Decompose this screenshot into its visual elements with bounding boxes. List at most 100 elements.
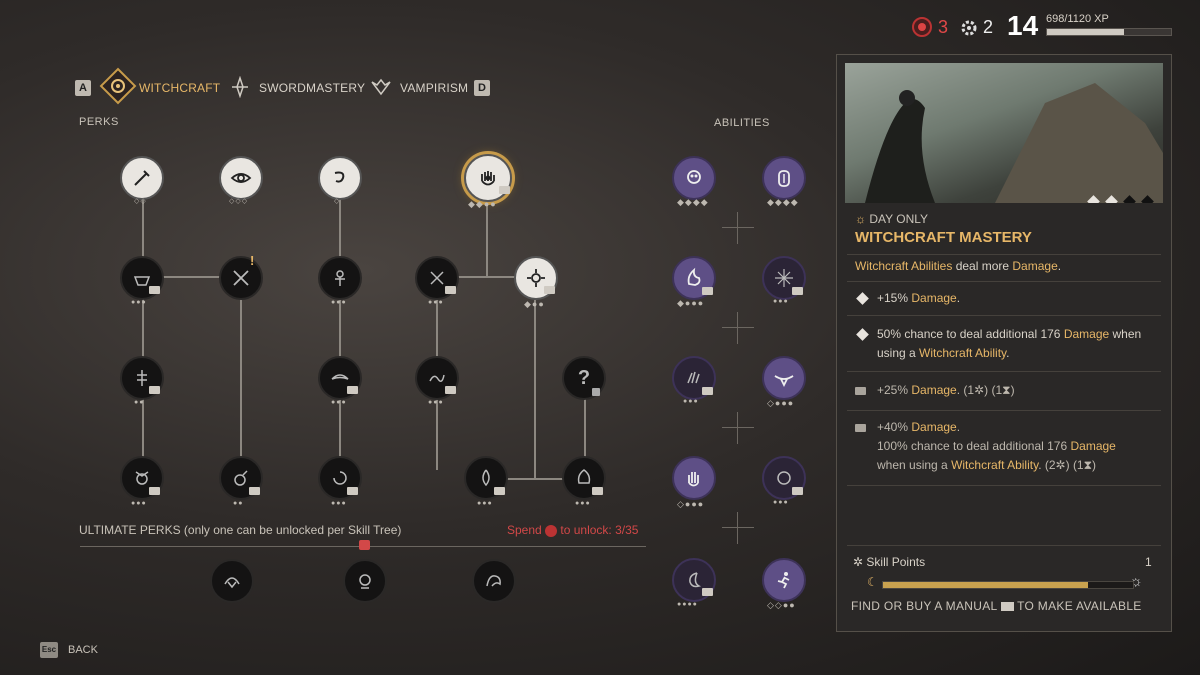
r1-highlight: Damage — [911, 291, 957, 305]
dragon-icon — [486, 575, 501, 587]
r1-text: +15% — [877, 291, 912, 305]
manual-icon — [249, 487, 260, 495]
ability-pips: ◆●●● — [677, 298, 705, 308]
next-tab-key[interactable]: D — [474, 80, 490, 96]
ultimate-perk-3[interactable] — [472, 559, 516, 603]
desc-text: deal more — [952, 259, 1013, 273]
r4-text: . (2 — [1038, 458, 1056, 472]
ability-pips: ◇◇●● — [767, 600, 796, 610]
perk-pips: ●●● — [131, 500, 147, 507]
manual-icon — [702, 287, 713, 295]
gear-icon — [961, 20, 977, 36]
tag-text: DAY ONLY — [869, 212, 929, 226]
rank-2-text-line2: using a Witchcraft Ability. — [877, 344, 1010, 363]
r4-highlight: Witchcraft Ability — [951, 458, 1039, 472]
perk-witchcraft-mastery[interactable] — [464, 154, 512, 202]
manual-icon — [445, 386, 456, 394]
ultimate-perk-2[interactable] — [343, 559, 387, 603]
perk-pips: ●●● — [331, 500, 347, 507]
witchcraft-tab-icon[interactable] — [98, 66, 138, 106]
swordmastery-tab-icon[interactable] — [229, 75, 251, 99]
skill-preview-image — [845, 63, 1163, 203]
manual-icon — [792, 487, 803, 495]
r2-text: when — [1109, 327, 1142, 341]
tools-icon — [233, 270, 249, 286]
hand-eye-icon — [481, 171, 495, 186]
r4-highlight: Damage — [911, 420, 957, 434]
perk-pips: ◆◆●● — [468, 199, 497, 209]
tree-line — [534, 300, 536, 480]
rank-4-text-line3: when using a Witchcraft Ability. (2✲) (1… — [877, 456, 1096, 475]
r2-text: . — [1006, 346, 1010, 360]
blood-icon — [545, 524, 558, 537]
hourglass-icon: ⧗ — [1083, 458, 1093, 472]
r3-text: ) — [1010, 383, 1015, 397]
ability-rune-stone[interactable] — [762, 156, 806, 200]
perk-tools[interactable] — [219, 256, 263, 300]
perks-heading: PERKS — [79, 116, 119, 128]
r4-text: . — [956, 420, 961, 434]
r4-text: when using a — [877, 458, 952, 472]
r2-highlight: Damage — [1063, 327, 1110, 341]
ability-sigil-hand[interactable] — [672, 456, 716, 500]
ultimate-perk-1[interactable] — [210, 559, 254, 603]
ability-skull-cloud[interactable] — [672, 156, 716, 200]
vortex-icon — [333, 471, 347, 485]
rune-stone-icon — [778, 170, 790, 187]
sun-icon: ☼ — [855, 212, 866, 226]
flame-skull-icon — [577, 469, 591, 484]
divider — [847, 281, 1161, 282]
manual-icon — [499, 186, 510, 194]
ability-runner[interactable] — [762, 558, 806, 602]
xp-bar — [1046, 28, 1172, 36]
runner-icon — [777, 572, 790, 589]
blood-icon — [912, 17, 932, 37]
ability-raven[interactable] — [762, 356, 806, 400]
jester-icon — [135, 471, 149, 485]
perk-swirl[interactable] — [318, 156, 362, 200]
skill-description: Witchcraft Abilities deal more Damage. — [855, 257, 1061, 276]
perk-pips: ●●● — [131, 299, 147, 306]
rank-4-text-line2: 100% chance to deal additional 176 Damag… — [877, 437, 1116, 456]
moon-icon: ☾ — [867, 575, 878, 589]
day-night-bar-fill — [883, 582, 1088, 588]
desc-text: . — [1057, 259, 1062, 273]
vampirism-tab-icon[interactable] — [370, 76, 392, 98]
back-button[interactable]: BACK — [68, 644, 98, 656]
tab-vampirism[interactable]: VAMPIRISM — [400, 81, 468, 95]
esc-key[interactable]: Esc — [40, 642, 58, 658]
xp-text: 698/1120 XP — [1046, 13, 1109, 25]
gear-count: 2 — [983, 17, 994, 37]
ability-connector — [722, 212, 754, 244]
divider — [847, 485, 1161, 486]
desc-highlight: Witchcraft Abilities — [855, 259, 953, 273]
perk-pips: ◆●● — [524, 299, 545, 309]
perk-pips: ●● — [134, 399, 145, 406]
tab-swordmastery[interactable]: SWORDMASTERY — [259, 81, 365, 95]
ankh-icon — [335, 270, 345, 286]
new-alert-icon: ! — [250, 253, 255, 268]
tab-witchcraft[interactable]: WITCHCRAFT — [139, 81, 220, 95]
prev-tab-key[interactable]: A — [75, 80, 91, 96]
perk-dagger[interactable] — [120, 156, 164, 200]
perk-pips: ●●● — [428, 299, 444, 306]
sigil-hand-icon — [688, 472, 699, 487]
hint-text: TO MAKE AVAILABLE — [1017, 599, 1142, 613]
skull-hand-icon — [359, 574, 371, 589]
ability-pips: ◆◆◆◆ — [677, 197, 709, 207]
tree-line — [142, 200, 144, 470]
ability-connector — [722, 312, 754, 344]
perk-ankh[interactable] — [318, 256, 362, 300]
gear-icon: ✲ — [974, 383, 985, 397]
perk-eye[interactable] — [219, 156, 263, 200]
hint-text: FIND OR BUY A MANUAL — [851, 599, 998, 613]
manual-icon — [702, 387, 713, 395]
divider — [847, 315, 1161, 316]
r3-text: . (1 — [956, 383, 975, 397]
rank-2-text-line1: 50% chance to deal additional 176 Damage… — [877, 325, 1141, 344]
ability-pips: ◆◆◆◆ — [767, 197, 799, 207]
ability-pips: ●●● — [773, 298, 789, 305]
blood-count: 3 — [938, 17, 949, 37]
perk-pips: ◇◇ — [134, 198, 147, 205]
burst-icon — [775, 269, 793, 287]
